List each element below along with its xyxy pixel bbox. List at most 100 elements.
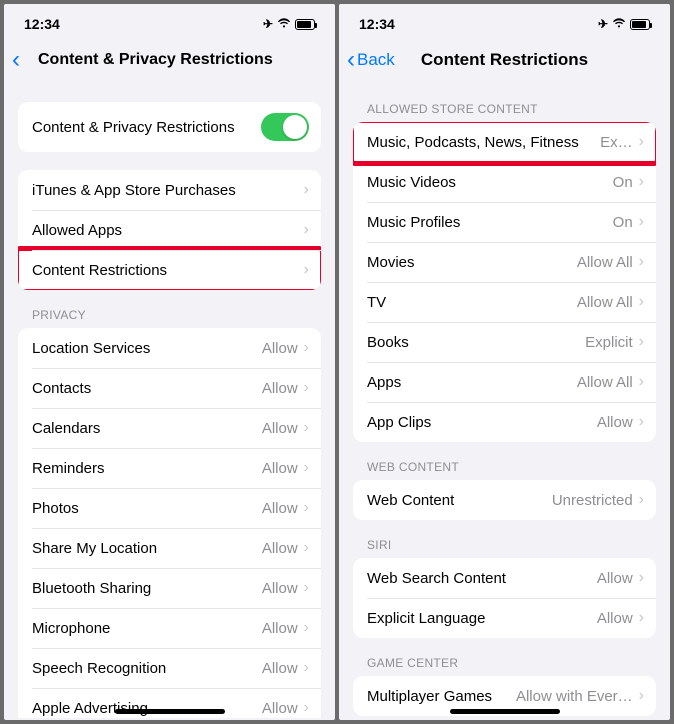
chevron-right-icon: › [639,214,644,230]
cell-right: Allow All› [577,374,644,391]
privacy-item-row[interactable]: ContactsAllow› [18,368,321,408]
allowed-item-label: Apps [367,374,401,391]
cell-right: Allow› [262,460,309,477]
chevron-right-icon: › [639,688,644,704]
cell-right: Allow › [262,420,309,437]
privacy-item-label: Location Services [32,340,150,357]
siri-item-value: Allow [597,610,633,627]
allowed-item-value: Allow [597,414,633,431]
allowed-item-row[interactable]: Apps Allow All› [353,362,656,402]
cell-right: Unrestricted › [552,492,644,509]
allowed-item-label: TV [367,294,386,311]
settings-item-row[interactable]: Allowed Apps › [18,210,321,250]
cell-right: Allow› [262,700,309,717]
allowed-item-row[interactable]: TVAllow All› [353,282,656,322]
allowed-item-value: Ex… [600,134,633,151]
cell-right: Allow› [597,570,644,587]
settings-item-label: Allowed Apps [32,222,122,239]
cell-right: Allow› [262,660,309,677]
allowed-item-value: Explicit [585,334,633,351]
chevron-right-icon: › [639,414,644,430]
page-title: Content & Privacy Restrictions [38,51,325,69]
privacy-item-row[interactable]: Bluetooth SharingAllow› [18,568,321,608]
cell-right: Allow All› [577,254,644,271]
web-item-label: Web Content [367,492,454,509]
web-item-value: Unrestricted [552,492,633,509]
privacy-item-row[interactable]: Speech Recognition Allow› [18,648,321,688]
chevron-right-icon: › [639,492,644,508]
privacy-item-value: Allow [262,660,298,677]
settings-item-row[interactable]: Content Restrictions› [18,250,321,290]
allowed-item-label: App Clips [367,414,431,431]
allowed-item-label: Movies [367,254,415,271]
siri-item-row[interactable]: Web Search ContentAllow› [353,558,656,598]
chevron-right-icon: › [304,262,309,278]
chevron-right-icon: › [304,222,309,238]
web-item-row[interactable]: Web Content Unrestricted › [353,480,656,520]
privacy-item-label: Photos [32,500,79,517]
allowed-item-row[interactable]: BooksExplicit› [353,322,656,362]
home-indicator[interactable] [450,709,560,714]
privacy-item-row[interactable]: Calendars Allow › [18,408,321,448]
privacy-item-row[interactable]: Share My Location Allow› [18,528,321,568]
chevron-left-icon: ‹ [12,48,20,72]
siri-item-row[interactable]: Explicit LanguageAllow› [353,598,656,638]
allowed-item-value: Allow All [577,374,633,391]
allowed-item-value: On [613,214,633,231]
toggle-switch[interactable] [261,113,309,141]
chevron-right-icon: › [639,294,644,310]
phone-right-screen: 12:34 ✈︎ ‹ Back Content Restrictions All… [339,4,670,720]
airplane-icon: ✈︎ [598,17,608,31]
privacy-item-label: Reminders [32,460,105,477]
allowed-item-value: On [613,174,633,191]
privacy-item-row[interactable]: MicrophoneAllow› [18,608,321,648]
allowed-store-header: Allowed Store Content [353,102,656,122]
back-button[interactable]: ‹ Back [347,48,395,72]
allowed-item-row[interactable]: Music, Podcasts, News, Fitness Ex…› [353,122,656,162]
allowed-item-row[interactable]: Movies Allow All› [353,242,656,282]
status-bar: 12:34 ✈︎ [4,4,335,40]
back-button[interactable]: ‹ [12,48,20,72]
chevron-right-icon: › [304,700,309,716]
privacy-item-label: Calendars [32,420,100,437]
battery-icon [295,19,315,30]
privacy-item-label: Contacts [32,380,91,397]
chevron-right-icon: › [304,340,309,356]
chevron-right-icon: › [639,174,644,190]
web-content-header: Web Content [353,460,656,480]
settings-item-row[interactable]: iTunes & App Store Purchases› [18,170,321,210]
allowed-item-label: Music, Podcasts, News, Fitness [367,134,579,151]
allowed-item-row[interactable]: Music ProfilesOn› [353,202,656,242]
chevron-right-icon: › [304,460,309,476]
nav-bar: ‹ Content & Privacy Restrictions [4,40,335,84]
siri-item-label: Explicit Language [367,610,485,627]
cell-right: Allow› [262,580,309,597]
cell-right: On › [613,214,644,231]
status-time: 12:34 [359,16,395,32]
chevron-right-icon: › [304,540,309,556]
content-privacy-toggle-row[interactable]: Content & Privacy Restrictions [18,102,321,152]
privacy-item-row[interactable]: Reminders Allow› [18,448,321,488]
chevron-right-icon: › [639,254,644,270]
privacy-item-row[interactable]: PhotosAllow› [18,488,321,528]
chevron-right-icon: › [304,420,309,436]
privacy-item-label: Speech Recognition [32,660,166,677]
home-indicator[interactable] [115,709,225,714]
privacy-item-row[interactable]: Location ServicesAllow› [18,328,321,368]
back-label: Back [357,50,395,70]
allowed-item-row[interactable]: Music Videos On › [353,162,656,202]
cell-right: › [304,182,309,198]
allowed-item-label: Music Videos [367,174,456,191]
privacy-item-value: Allow [262,420,298,437]
chevron-right-icon: › [304,380,309,396]
privacy-item-label: Share My Location [32,540,157,557]
cell-right: Allow› [262,540,309,557]
privacy-item-value: Allow [262,620,298,637]
status-bar: 12:34 ✈︎ [339,4,670,40]
cell-right: Ex…› [600,134,644,151]
allowed-item-row[interactable]: App Clips Allow › [353,402,656,442]
status-indicators: ✈︎ [263,17,315,31]
privacy-section-header: Privacy [18,308,321,328]
status-indicators: ✈︎ [598,17,650,31]
toggle-label: Content & Privacy Restrictions [32,119,235,136]
